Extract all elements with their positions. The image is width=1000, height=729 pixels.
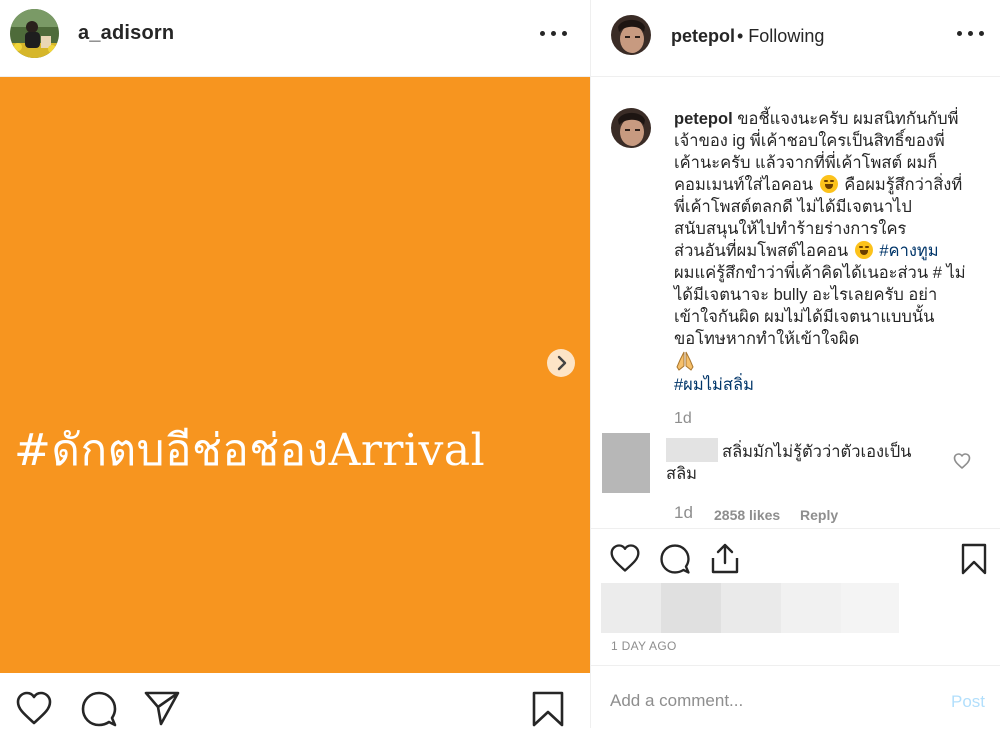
comment-icon[interactable] xyxy=(80,690,118,728)
hashtag-link[interactable]: #ผมไม่สลิ่ม xyxy=(674,376,754,394)
caption-text-line: ส่วนอันที่ผมโพสต์ไอคอน xyxy=(674,242,849,260)
post-image-text: #ดักตบอีช่อช่องArrival xyxy=(14,425,486,476)
post-button[interactable]: Post xyxy=(951,692,985,712)
left-action-bar xyxy=(0,673,590,728)
more-options-icon[interactable] xyxy=(951,20,991,46)
right-avatar[interactable] xyxy=(611,15,651,55)
caption-text-line: เข้าใจกันผิด ผมไม่ได้มีเจตนาแบบนั้น xyxy=(674,308,935,326)
comment-input[interactable] xyxy=(610,686,930,716)
laughing-emoji-icon xyxy=(819,175,838,193)
post-time[interactable]: 1 DAY AGO xyxy=(611,639,677,653)
following-status[interactable]: • Following xyxy=(737,26,824,47)
left-avatar[interactable] xyxy=(10,9,59,58)
caption-text-line: ผมแค่รู้สึกขำว่าพี่เค้าคิดได้เนอะส่วน # … xyxy=(674,264,966,282)
chevron-right-icon[interactable] xyxy=(547,349,575,377)
caption-text-line: คอมเมนท์ใส่ไอคอน xyxy=(674,176,814,194)
caption-text-line: ขอชี้แจงนะครับ ผมสนิทกันกับพี่ xyxy=(737,110,959,128)
left-username[interactable]: a_adisorn xyxy=(78,22,174,45)
caption-text-line: เค้านะครับ แล้วจากที่พี่เค้าโพสต์ ผมก็ xyxy=(674,154,938,172)
caption-username[interactable]: petepol xyxy=(674,110,733,128)
caption-text-line: เจ้าของ ig พี่เค้าชอบใครเป็นสิทธิ์ของพี่ xyxy=(674,132,945,150)
heart-icon[interactable] xyxy=(15,690,53,726)
paper-plane-icon[interactable] xyxy=(143,690,181,726)
heart-icon[interactable] xyxy=(609,543,641,573)
more-options-icon[interactable] xyxy=(534,20,574,46)
caption-text-line: ขอโทษหากทำให้เข้าใจผิด xyxy=(674,330,860,348)
bookmark-icon[interactable] xyxy=(961,543,987,575)
caption-text-line: สนับสนุนให้ไปทำร้ายร่างการใคร xyxy=(674,220,907,238)
caption-text-line: พี่เค้าโพสต์ตลกดี ไม่ได้มีเจตนาไป xyxy=(674,198,912,216)
comment-text-line: สลิ่มมักไม่รู้ตัวว่าตัวเองเป็น xyxy=(722,443,912,461)
right-action-bar xyxy=(591,528,1000,589)
left-post: a_adisorn #ดักตบอีช่อช่องArrival xyxy=(0,0,590,728)
left-post-header: a_adisorn xyxy=(0,0,590,77)
right-post-header: petepol • Following xyxy=(591,0,1000,77)
right-panel: petepol • Following petepol ขอชี้แจงนะคร… xyxy=(590,0,1000,728)
laughing-emoji-icon xyxy=(854,241,873,259)
comment-text: สลิ่มมักไม่รู้ตัวว่าตัวเองเป็น สลิม xyxy=(666,441,926,485)
comment-time[interactable]: 1d xyxy=(674,503,693,523)
comment-bar: Post xyxy=(591,665,1000,729)
hashtag-link[interactable]: #คางทูม xyxy=(879,242,938,260)
comment-heart-icon[interactable] xyxy=(953,452,971,470)
reply-button[interactable]: Reply xyxy=(800,507,838,523)
caption-time[interactable]: 1d xyxy=(674,410,692,428)
caption-text-line: ได้มีเจตนาจะ bully อะไรเลยครับ อย่า xyxy=(674,286,938,304)
folded-hands-icon xyxy=(676,351,694,371)
comment-icon[interactable] xyxy=(659,543,691,575)
comment-avatar[interactable] xyxy=(602,433,650,493)
likes-redacted[interactable] xyxy=(601,583,899,633)
share-icon[interactable] xyxy=(709,541,741,575)
caption-avatar[interactable] xyxy=(611,108,651,148)
comment-text-line: สลิม xyxy=(666,465,698,483)
caption-text-line: คือผมรู้สึกว่าสิ่งที่ xyxy=(844,176,963,194)
comment-likes[interactable]: 2858 likes xyxy=(714,507,780,523)
right-username[interactable]: petepol xyxy=(671,26,735,47)
bookmark-icon[interactable] xyxy=(531,690,565,728)
caption: petepol ขอชี้แจงนะครับ ผมสนิทกันกับพี่ เ… xyxy=(674,108,966,396)
post-image[interactable]: #ดักตบอีช่อช่องArrival xyxy=(0,77,590,673)
